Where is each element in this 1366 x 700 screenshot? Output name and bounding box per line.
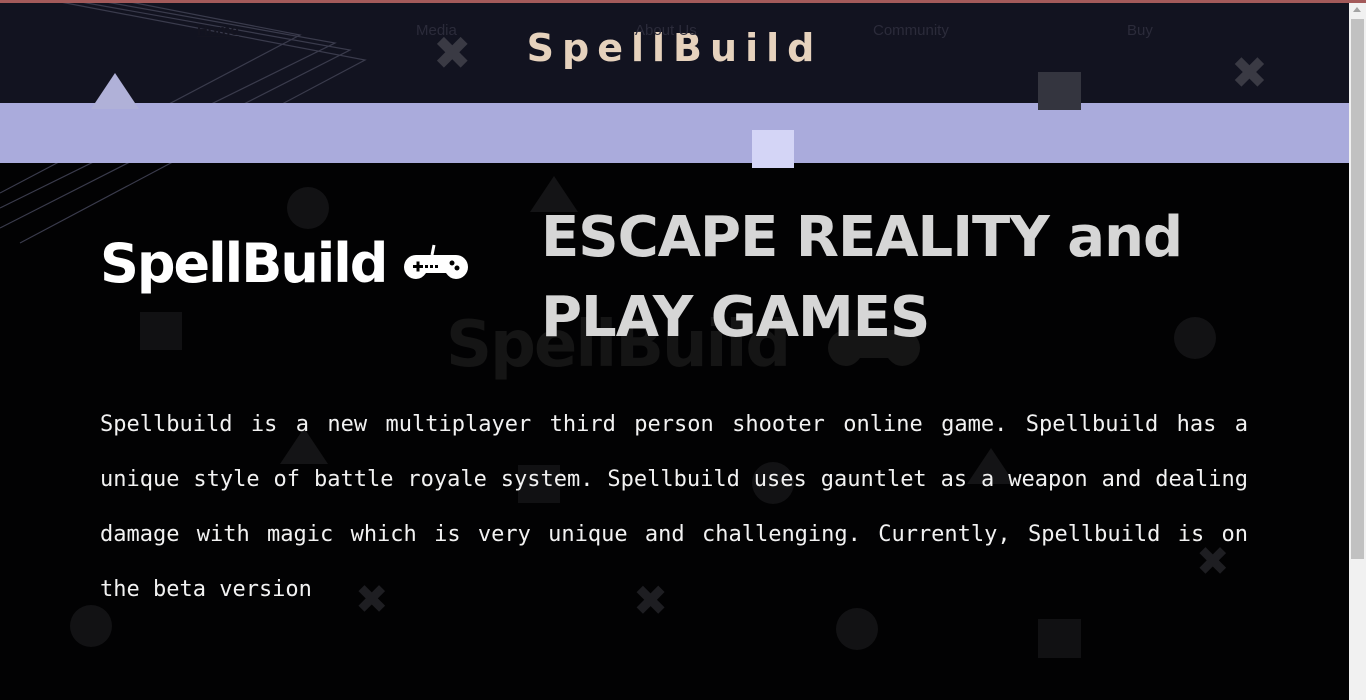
hero-headline: ESCAPE REALITY and PLAY GAMES	[541, 198, 1261, 358]
nav-home-link[interactable]: Home	[197, 22, 239, 39]
circle-shape-icon	[287, 187, 329, 229]
square-shape-icon	[752, 130, 794, 168]
gamepad-icon	[404, 244, 469, 279]
hero-logo: SpellBuild	[100, 232, 469, 295]
nav-media-link[interactable]: Media	[416, 22, 457, 39]
scroll-up-arrow-icon[interactable]	[1353, 7, 1361, 12]
square-shape-icon	[140, 312, 182, 350]
headline-line-2: PLAY GAMES	[541, 285, 930, 350]
triangle-shape-icon	[91, 73, 139, 109]
scrollbar-thumb[interactable]	[1351, 19, 1364, 559]
square-shape-icon	[1038, 619, 1081, 658]
game-description: Spellbuild is a new multiplayer third pe…	[100, 412, 1248, 602]
vertical-scrollbar[interactable]	[1349, 3, 1366, 700]
main-nav	[0, 103, 1349, 163]
nav-community-link[interactable]: Community	[873, 22, 949, 39]
page: SpellBuild Home Media About Us Community…	[0, 0, 1366, 700]
nav-buy-link[interactable]: Buy	[1127, 22, 1153, 39]
nav-about-us-link[interactable]: About Us	[635, 22, 697, 39]
headline-line-1: ESCAPE REALITY and	[541, 205, 1183, 270]
square-shape-icon	[1038, 72, 1081, 110]
top-accent-bar	[0, 0, 1366, 3]
logo-text: SpellBuild	[100, 232, 388, 295]
